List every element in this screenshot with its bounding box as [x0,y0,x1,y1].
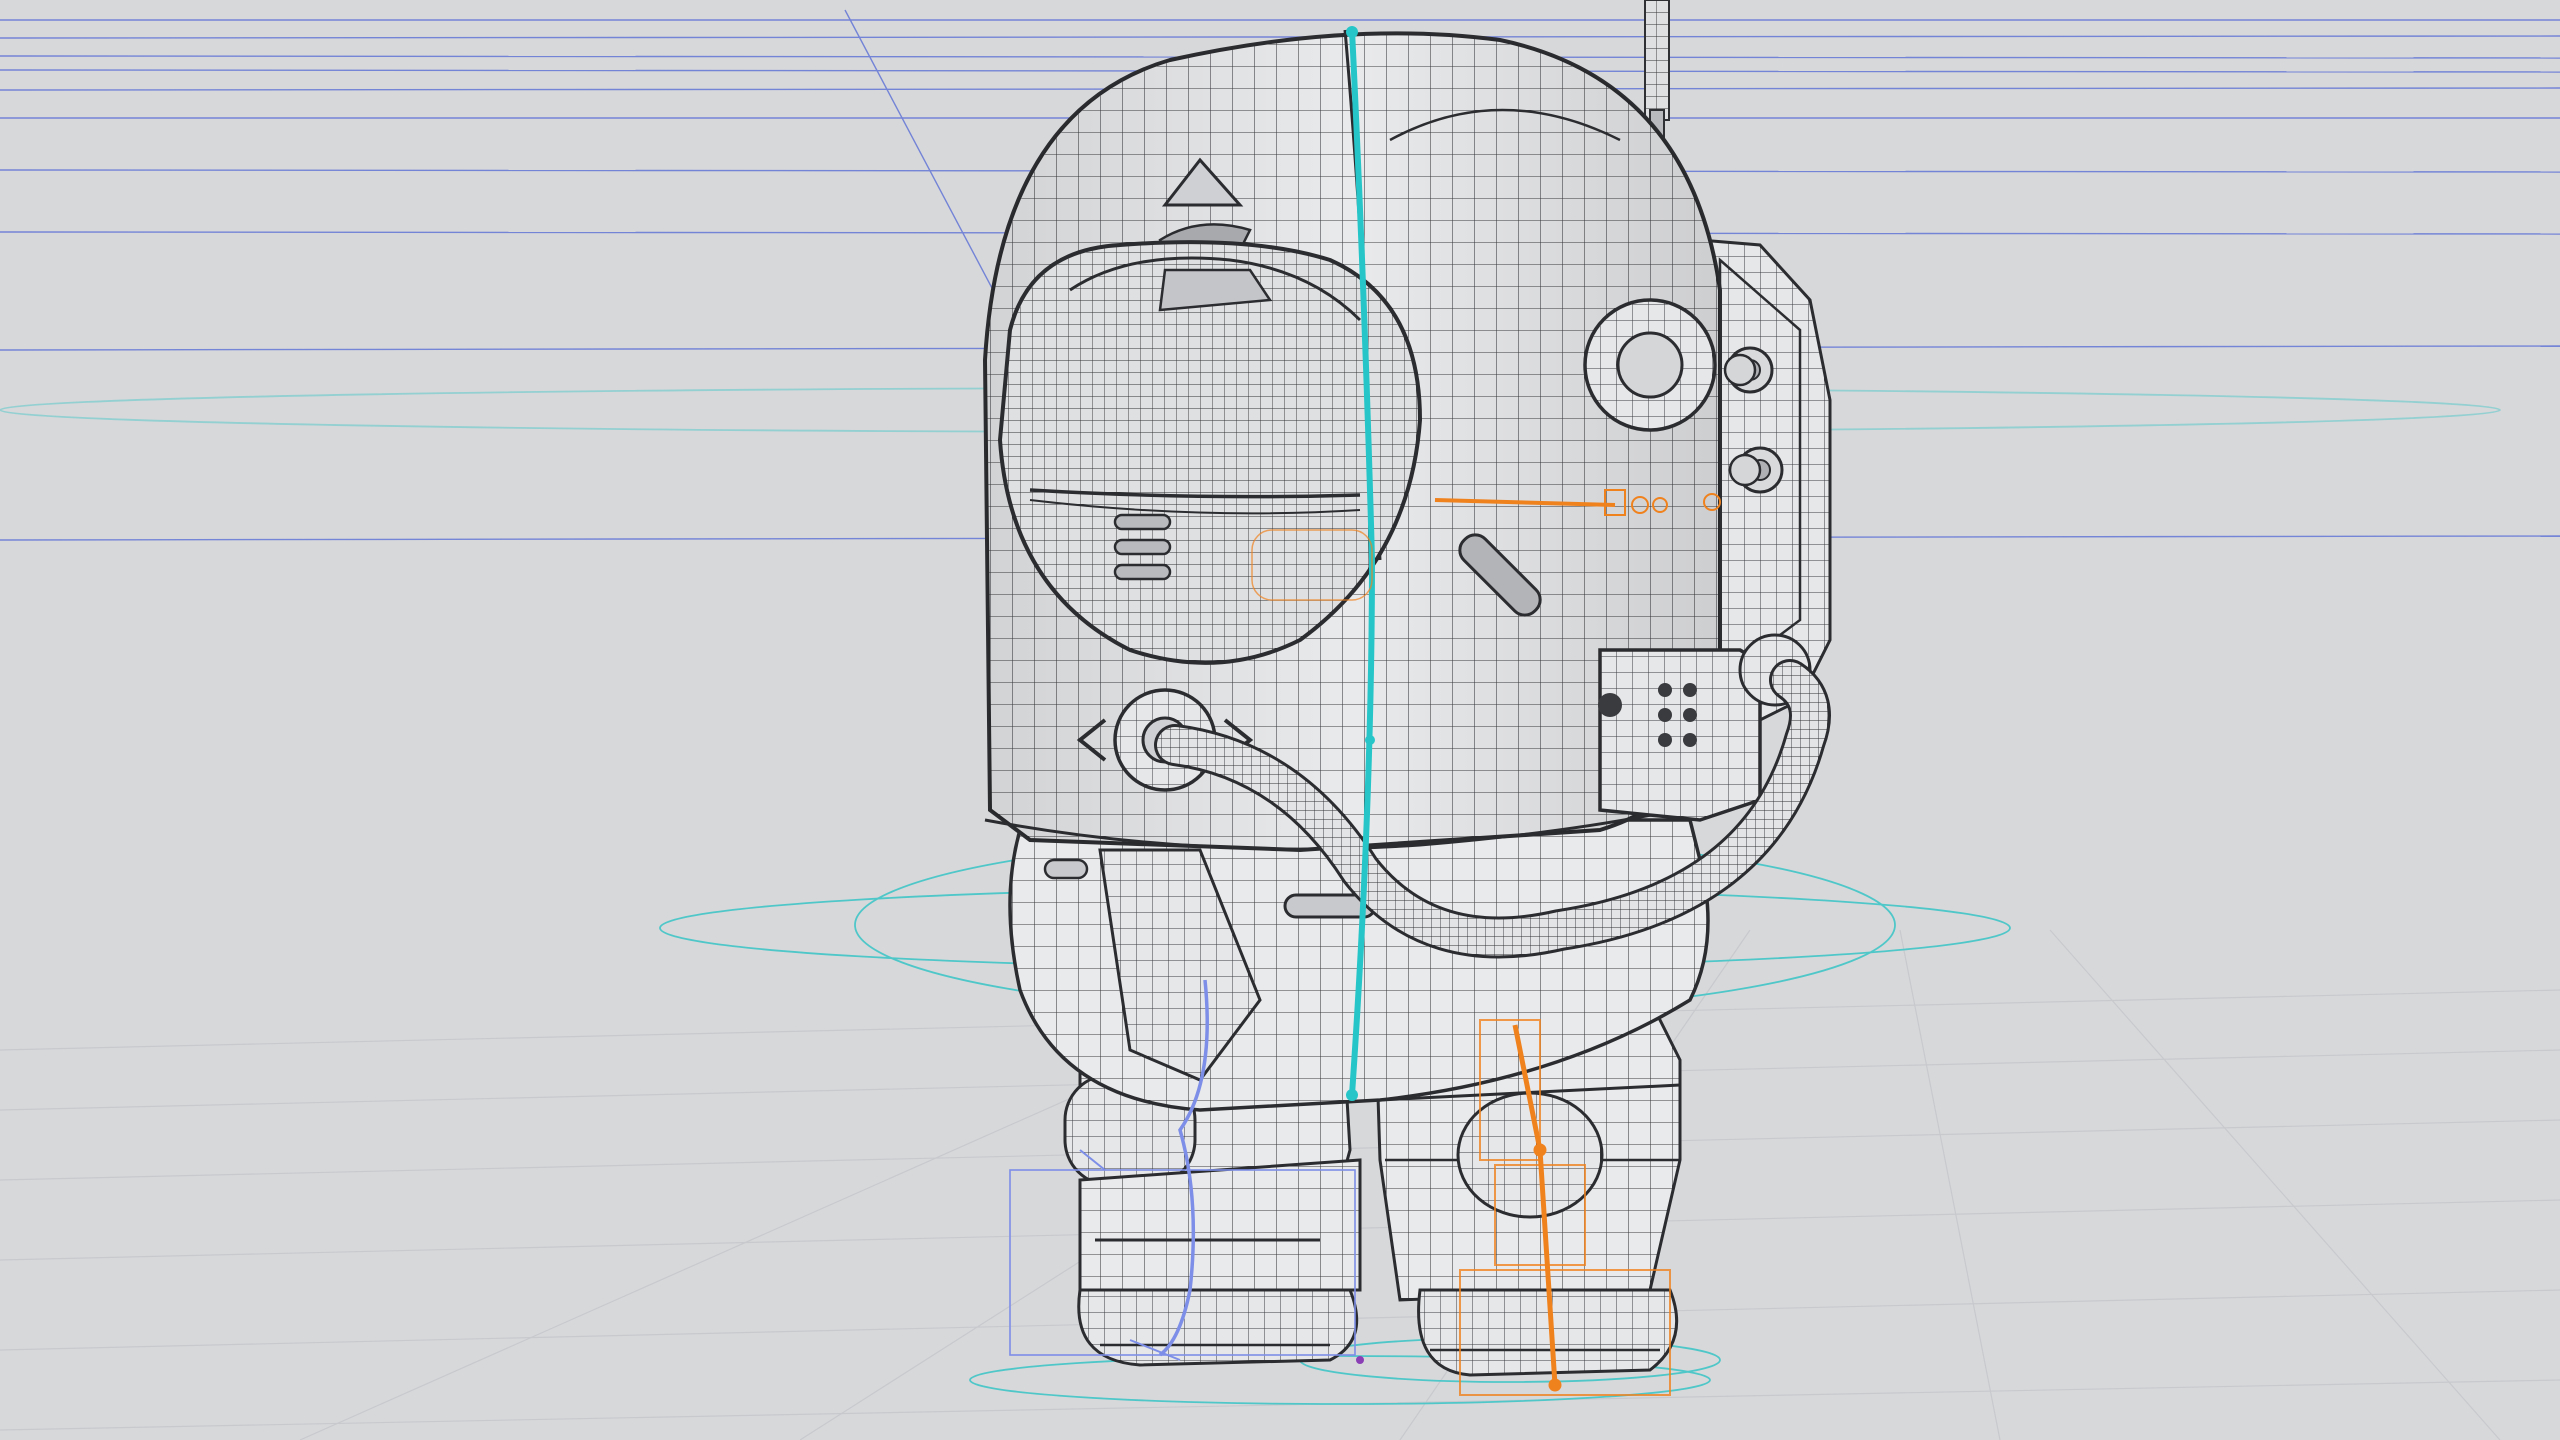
pivot-point[interactable] [1356,1356,1364,1364]
viewport-canvas[interactable] [0,0,2560,1440]
left-boot [1077,1288,1359,1367]
3d-viewport[interactable] [0,0,2560,1440]
